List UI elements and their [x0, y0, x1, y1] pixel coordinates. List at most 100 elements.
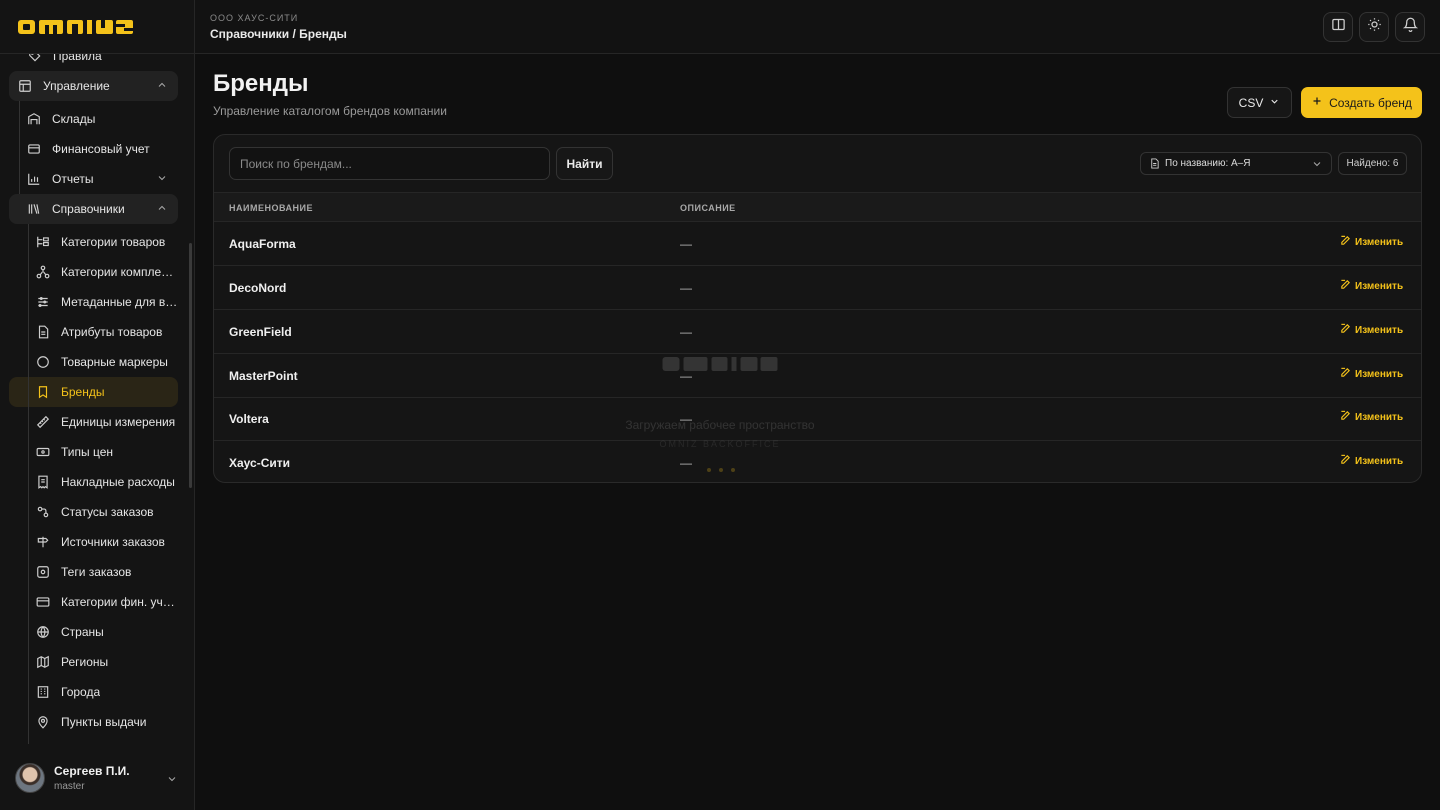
user-menu[interactable]: Сергеев П.И. master	[0, 746, 194, 810]
found-count-badge: Найдено: 6	[1338, 152, 1407, 175]
edit-button[interactable]: Изменить	[1340, 279, 1403, 293]
sort-select[interactable]: По названию: А–Я	[1140, 152, 1332, 175]
sidebar-item-label: Категории фин. уч…	[61, 595, 175, 609]
chevron-down-icon	[1311, 158, 1323, 170]
sidebar-nav: Правила Управление Склады Финансовый уче…	[0, 54, 194, 746]
edit-icon	[1340, 410, 1351, 424]
sidebar-item-product-attributes[interactable]: Атрибуты товаров	[0, 317, 194, 347]
column-header-name[interactable]: НАИМЕНОВАНИЕ	[229, 203, 313, 213]
sidebar-item-order-sources[interactable]: Источники заказов	[0, 527, 194, 557]
banknote-icon	[35, 444, 51, 460]
sidebar-item-order-tags[interactable]: Теги заказов	[0, 557, 194, 587]
create-brand-label: Создать бренд	[1329, 95, 1412, 110]
sidebar-item-label: Категории товаров	[61, 235, 166, 249]
edit-button[interactable]: Изменить	[1340, 410, 1403, 424]
user-role: master	[54, 781, 85, 792]
brand-description: —	[680, 456, 692, 470]
edit-button[interactable]: Изменить	[1340, 323, 1403, 337]
sidebar-item-label: Источники заказов	[61, 535, 165, 549]
sidebar-item-label: Отчеты	[52, 172, 94, 186]
table-row[interactable]: AquaForma — Изменить	[214, 222, 1421, 266]
csv-label: CSV	[1238, 95, 1264, 110]
sidebar-item-rules[interactable]: Правила	[0, 54, 194, 71]
sidebar-item-label: Теги заказов	[61, 565, 132, 579]
sidebar-item-management[interactable]: Управление	[0, 71, 194, 101]
sidebar-item-order-statuses[interactable]: Статусы заказов	[0, 497, 194, 527]
globe-icon	[35, 624, 51, 640]
table-row[interactable]: MasterPoint — Изменить	[214, 354, 1421, 398]
sidebar-item-countries[interactable]: Страны	[0, 617, 194, 647]
sidebar-item-label: Категории компле…	[61, 265, 174, 279]
edit-button[interactable]: Изменить	[1340, 454, 1403, 468]
top-header: ООО ХАУС-СИТИ Справочники / Бренды	[195, 0, 1440, 54]
brand-name: MasterPoint	[229, 369, 298, 383]
table-row[interactable]: Voltera — Изменить	[214, 397, 1421, 441]
sidebar-item-product-categories[interactable]: Категории товаров	[0, 227, 194, 257]
column-header-description[interactable]: ОПИСАНИЕ	[680, 203, 736, 213]
chevron-up-icon	[156, 202, 168, 214]
edit-button[interactable]: Изменить	[1340, 367, 1403, 381]
brand-description: —	[680, 325, 692, 339]
sidebar-item-label: Регионы	[61, 655, 109, 669]
category-tree-icon	[35, 234, 51, 250]
sidebar-item-kit-categories[interactable]: Категории компле…	[0, 257, 194, 287]
wallet-icon	[26, 141, 42, 157]
brands-card: Найти По названию: А–Я Найдено: 6 НАИМЕН…	[213, 134, 1422, 483]
layout-icon	[17, 78, 33, 94]
sliders-icon	[35, 294, 51, 310]
find-button[interactable]: Найти	[556, 147, 613, 180]
csv-button[interactable]: CSV	[1227, 87, 1292, 118]
sidebar-item-overheads[interactable]: Накладные расходы	[0, 467, 194, 497]
edit-label: Изменить	[1355, 455, 1404, 467]
brand-name: GreenField	[229, 325, 292, 339]
edit-label: Изменить	[1355, 280, 1404, 292]
table-row[interactable]: Хаус-Сити — Изменить	[214, 441, 1421, 482]
table-header: НАИМЕНОВАНИЕ ОПИСАНИЕ	[214, 192, 1421, 222]
receipt-icon	[35, 474, 51, 490]
sidebar-scrollbar[interactable]	[189, 243, 192, 488]
sidebar-item-brands[interactable]: Бренды	[0, 377, 194, 407]
sidebar-item-pickup-points[interactable]: Пункты выдачи	[0, 707, 194, 737]
sidebar-item-finance[interactable]: Финансовый учет	[0, 134, 194, 164]
table-row[interactable]: GreenField — Изменить	[214, 310, 1421, 354]
logo-bar	[0, 0, 194, 54]
warehouse-icon	[26, 111, 42, 127]
sidebar-item-product-markers[interactable]: Товарные маркеры	[0, 347, 194, 377]
company-name: ООО ХАУС-СИТИ	[210, 13, 299, 23]
sun-icon	[1367, 17, 1382, 37]
edit-button[interactable]: Изменить	[1340, 235, 1403, 249]
brand-description: —	[680, 237, 692, 251]
brand-description: —	[680, 369, 692, 383]
sidebar-item-metadata[interactable]: Метаданные для в…	[0, 287, 194, 317]
sidebar-item-label: Финансовый учет	[52, 142, 150, 156]
brand-name: AquaForma	[229, 237, 296, 251]
bookmark-icon	[35, 384, 51, 400]
notifications-button[interactable]	[1395, 12, 1425, 42]
sidebar-item-directories[interactable]: Справочники	[0, 194, 194, 224]
sidebar-item-price-types[interactable]: Типы цен	[0, 437, 194, 467]
sidebar-item-warehouses[interactable]: Склады	[0, 104, 194, 134]
edit-label: Изменить	[1355, 411, 1404, 423]
book-button[interactable]	[1323, 12, 1353, 42]
circle-icon	[35, 354, 51, 370]
sidebar-item-regions[interactable]: Регионы	[0, 647, 194, 677]
create-brand-button[interactable]: Создать бренд	[1301, 87, 1422, 118]
sidebar-item-reports[interactable]: Отчеты	[0, 164, 194, 194]
sidebar-item-cities[interactable]: Города	[0, 677, 194, 707]
theme-toggle-button[interactable]	[1359, 12, 1389, 42]
credit-card-icon	[35, 594, 51, 610]
page-subtitle: Управление каталогом брендов компании	[213, 104, 447, 118]
table-row[interactable]: DecoNord — Изменить	[214, 266, 1421, 310]
brand-description: —	[680, 412, 692, 426]
avatar	[15, 763, 45, 793]
edit-icon	[1340, 323, 1351, 337]
sidebar-item-units[interactable]: Единицы измерения	[0, 407, 194, 437]
chevron-down-icon	[166, 772, 178, 784]
omniz-logo[interactable]	[18, 19, 133, 35]
ruler-icon	[35, 414, 51, 430]
bell-icon	[1402, 17, 1418, 37]
brand-description: —	[680, 281, 692, 295]
status-icon	[35, 504, 51, 520]
sidebar-item-finance-categories[interactable]: Категории фин. уч…	[0, 587, 194, 617]
search-input[interactable]	[229, 147, 550, 180]
